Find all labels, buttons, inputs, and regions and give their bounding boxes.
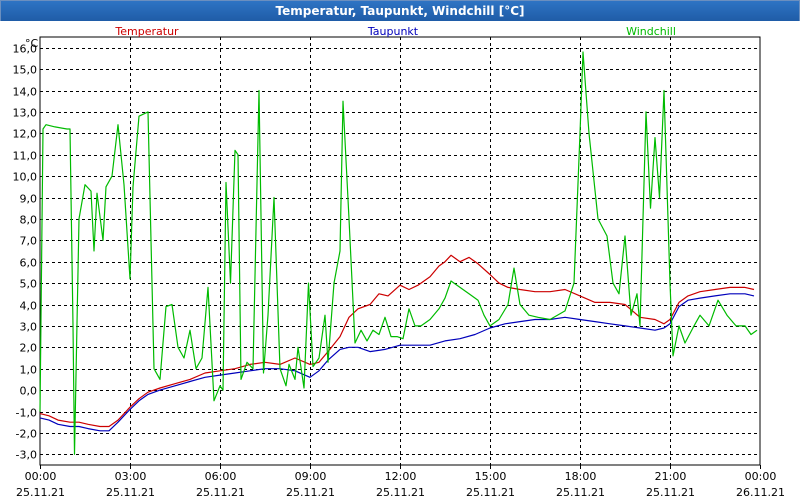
y-axis-label: °C: [25, 37, 39, 50]
x-tick-date-label: 25.11.21: [106, 486, 155, 499]
y-tick-label: 15,0: [13, 64, 38, 77]
y-tick-label: 10,0: [13, 171, 38, 184]
y-tick-label: 2,0: [20, 342, 38, 355]
x-tick-time-label: 12:00: [385, 470, 417, 483]
y-tick-label: 6,0: [20, 257, 38, 270]
x-tick-date-label: 26.11.21: [736, 486, 785, 499]
x-tick-time-label: 15:00: [475, 470, 507, 483]
x-tick-date-label: 25.11.21: [376, 486, 425, 499]
y-tick-label: 14,0: [13, 86, 38, 99]
chart-area: 16,0 15,0 14,0 13,0 12,0 11,0 10,0 9,0 8,0 7,0 6,0…: [0, 21, 800, 500]
x-tick-time-label: 09:00: [295, 470, 327, 483]
x-tick-date-label: 25.11.21: [286, 486, 335, 499]
x-tick-date-label: 25.11.21: [556, 486, 605, 499]
window-title: Temperatur, Taupunkt, Windchill [°C]: [1, 1, 799, 21]
x-tick-time-label: 00:00: [25, 470, 57, 483]
y-tick-label: -1,0: [16, 407, 37, 420]
x-tick-time-label: 18:00: [565, 470, 597, 483]
y-tick-label: 4,0: [20, 300, 38, 313]
y-tick-label: 0,0: [20, 385, 38, 398]
legend-temperatur: Temperatur: [114, 25, 179, 38]
y-tick-label: 7,0: [20, 235, 38, 248]
x-tick-time-label: 00:00: [745, 470, 777, 483]
line-chart: 16,015,014,013,012,011,010,09,08,07,06,0…: [0, 21, 800, 500]
legend-windchill: Windchill: [626, 25, 676, 38]
legend-taupunkt: Taupunkt: [367, 25, 419, 38]
y-tick-label: -2,0: [16, 428, 37, 441]
y-tick-label: -3,0: [16, 449, 37, 462]
y-tick-label: 9,0: [20, 193, 38, 206]
y-tick-label: 5,0: [20, 278, 38, 291]
x-tick-date-label: 25.11.21: [646, 486, 695, 499]
y-tick-label: 11,0: [13, 150, 38, 163]
y-tick-label: 3,0: [20, 321, 38, 334]
x-tick-time-label: 03:00: [115, 470, 147, 483]
y-tick-label: 13,0: [13, 107, 38, 120]
x-tick-date-label: 25.11.21: [16, 486, 65, 499]
x-tick-date-label: 25.11.21: [466, 486, 515, 499]
y-tick-label: 8,0: [20, 214, 38, 227]
x-tick-time-label: 21:00: [655, 470, 687, 483]
y-tick-label: 1,0: [20, 364, 38, 377]
x-tick-date-label: 25.11.21: [196, 486, 245, 499]
x-tick-time-label: 06:00: [205, 470, 237, 483]
y-tick-label: 12,0: [13, 128, 38, 141]
